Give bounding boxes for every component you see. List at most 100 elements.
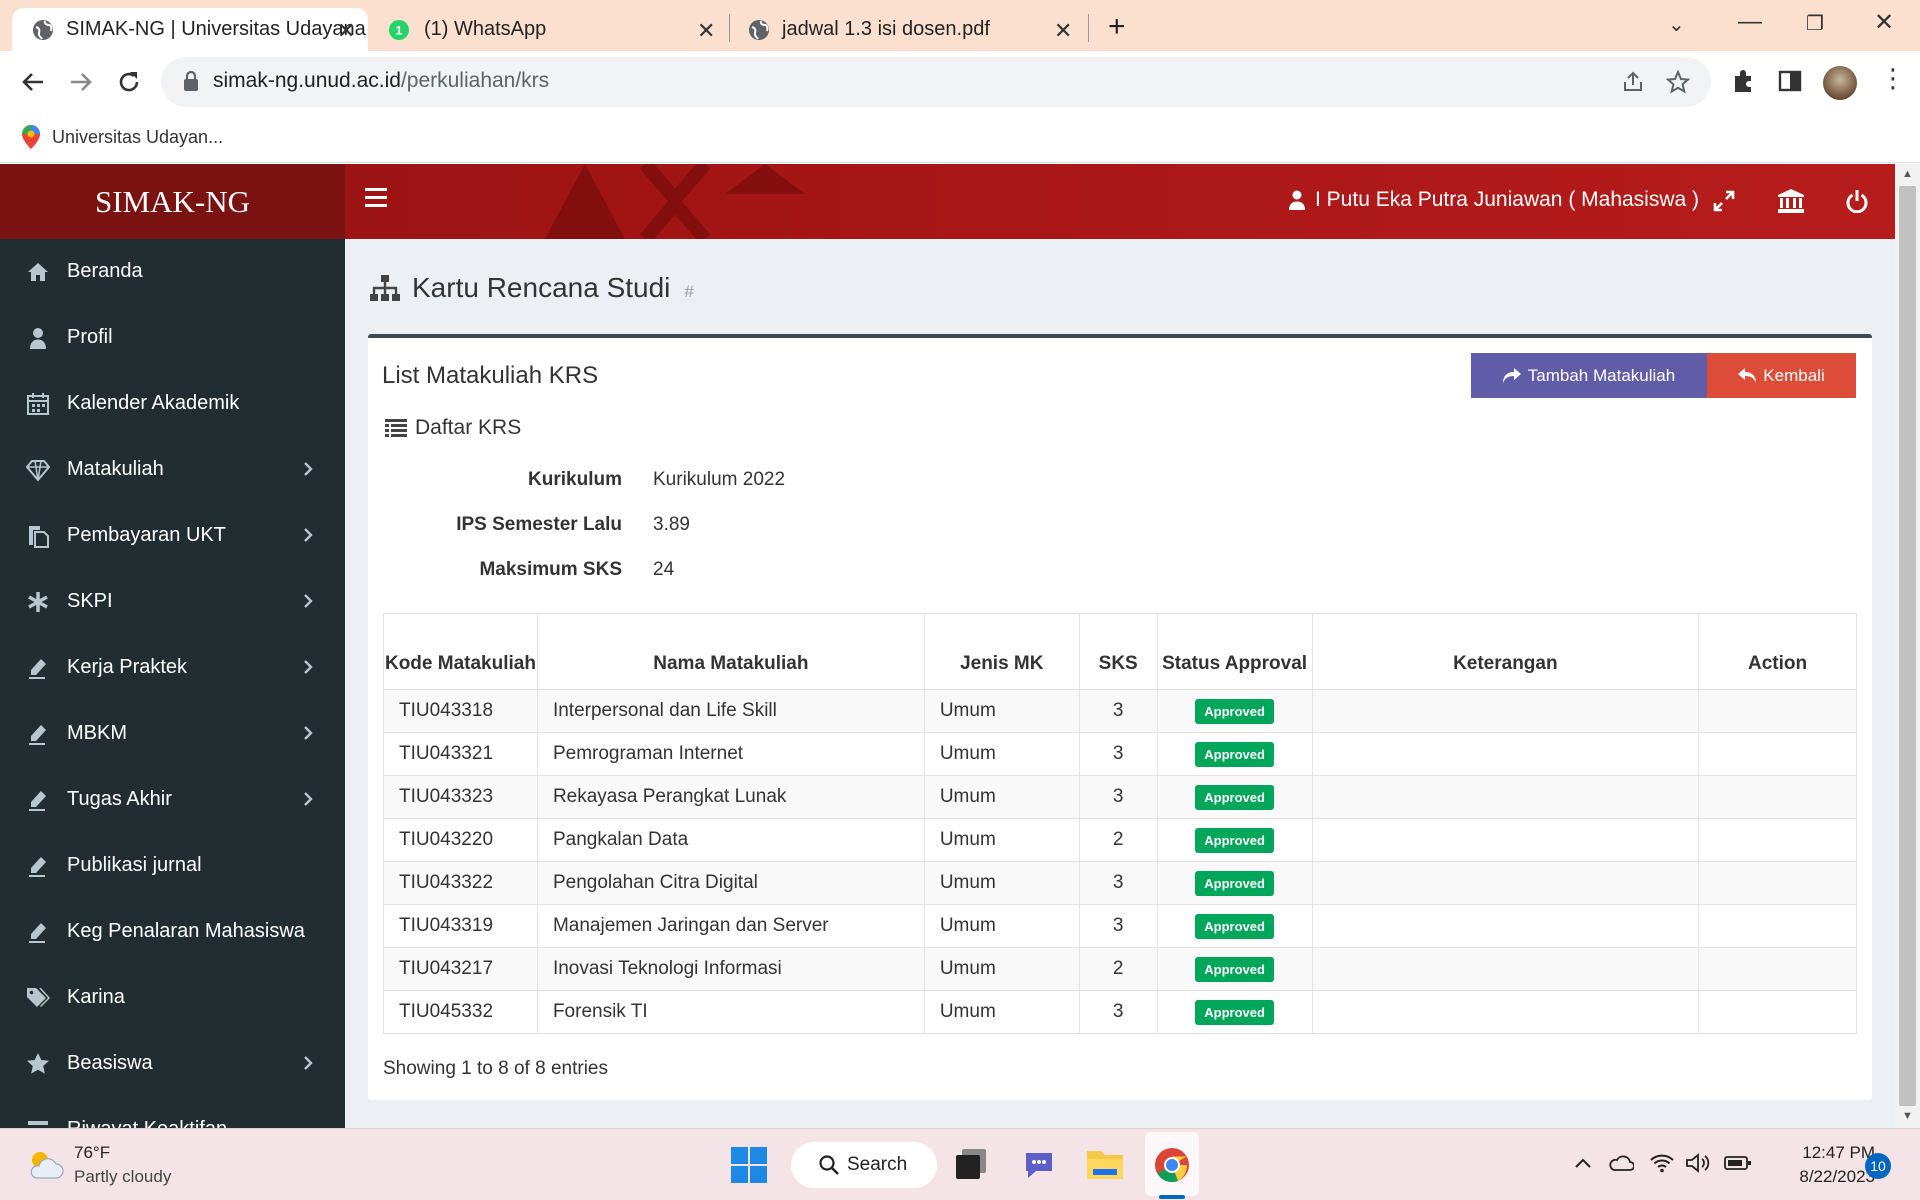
- whatsapp-icon: 1: [389, 20, 409, 40]
- forward-icon[interactable]: [68, 69, 94, 95]
- sidebar-item-riwayat[interactable]: Riwayat Keaktifan: [0, 1097, 345, 1128]
- user-icon: [30, 328, 46, 349]
- col-keterangan[interactable]: Keterangan: [1311, 613, 1700, 690]
- minimize-icon[interactable]: —: [1738, 8, 1762, 36]
- sidebar-item-kerja-praktek[interactable]: Kerja Praktek: [0, 635, 345, 701]
- sidebar-item-beasiswa[interactable]: Beasiswa: [0, 1031, 345, 1097]
- table-row: TIU043322 Pengolahan Citra Digital Umum …: [383, 861, 1857, 905]
- side-panel-icon[interactable]: [1778, 69, 1802, 93]
- reload-icon[interactable]: [116, 69, 142, 95]
- col-action[interactable]: Action: [1698, 613, 1857, 690]
- new-tab-icon[interactable]: +: [1108, 10, 1126, 44]
- fullscreen-icon[interactable]: [1713, 190, 1735, 212]
- sidebar-item-label: SKPI: [67, 590, 113, 612]
- page-scrollbar[interactable]: ▲ ▼: [1895, 164, 1920, 1128]
- globe-icon: [749, 20, 769, 40]
- chevron-up-icon[interactable]: [1574, 1157, 1592, 1169]
- close-tab-icon[interactable]: ✕: [1054, 18, 1072, 44]
- tab-pdf[interactable]: jadwal 1.3 isi dosen.pdf ✕: [732, 8, 1087, 51]
- cell-jenis: Umum: [923, 904, 1080, 948]
- copy-icon: [29, 526, 49, 548]
- sidebar-item-tugas-akhir[interactable]: Tugas Akhir: [0, 767, 345, 833]
- cell-nama: Pemrograman Internet: [536, 732, 925, 776]
- tambah-matakuliah-button[interactable]: Tambah Matakuliah: [1471, 353, 1707, 398]
- profile-avatar[interactable]: [1823, 66, 1857, 100]
- tab-search-icon[interactable]: ⌄: [1668, 12, 1685, 37]
- scroll-up-icon[interactable]: ▲: [1902, 168, 1913, 180]
- sidebar-item-skpi[interactable]: SKPI: [0, 569, 345, 635]
- tab-whatsapp[interactable]: 1 (1) WhatsApp ✕: [370, 8, 725, 51]
- sidebar-item-kalender[interactable]: Kalender Akademik: [0, 371, 345, 437]
- sidebar-item-label: Pembayaran UKT: [67, 524, 226, 546]
- battery-icon[interactable]: [1724, 1153, 1752, 1171]
- system-clock[interactable]: 12:47 PM 8/22/2023: [1760, 1141, 1875, 1189]
- sidebar-item-karina[interactable]: Karina: [0, 965, 345, 1031]
- close-tab-icon[interactable]: ✕: [337, 18, 355, 44]
- chrome-icon[interactable]: [1154, 1147, 1190, 1183]
- cell-sks: 3: [1078, 689, 1158, 733]
- restore-icon[interactable]: ❐: [1806, 11, 1824, 36]
- col-status[interactable]: Status Approval: [1156, 613, 1313, 690]
- close-window-icon[interactable]: ✕: [1874, 8, 1894, 37]
- cell-kode: TIU045332: [383, 990, 538, 1034]
- col-nama[interactable]: Nama Matakuliah: [536, 613, 925, 690]
- sidebar-item-label: Profil: [67, 326, 113, 348]
- taskbar-search[interactable]: Search: [791, 1142, 937, 1188]
- sidebar-item-pembayaran[interactable]: Pembayaran UKT: [0, 503, 345, 569]
- extensions-icon[interactable]: [1731, 68, 1757, 94]
- user-menu[interactable]: I Putu Eka Putra Juniawan ( Mahasiswa ): [1289, 188, 1699, 212]
- app-brand[interactable]: SIMAK-NG: [0, 164, 345, 239]
- user-icon: [1289, 190, 1305, 210]
- onedrive-icon[interactable]: [1608, 1153, 1634, 1171]
- sidebar-item-label: Tugas Akhir: [67, 788, 172, 810]
- file-explorer-icon[interactable]: [1087, 1147, 1123, 1181]
- sidebar-item-penalaran[interactable]: Keg Penalaran Mahasiswa: [0, 899, 345, 965]
- address-bar[interactable]: simak-ng.unud.ac.id/perkuliahan/krs: [161, 57, 1711, 107]
- status-badge: Approved: [1195, 999, 1274, 1025]
- scrollbar-thumb[interactable]: [1899, 186, 1916, 1106]
- teams-chat-icon[interactable]: [1022, 1147, 1056, 1181]
- button-label: Tambah Matakuliah: [1527, 365, 1676, 385]
- sidebar-item-mbkm[interactable]: MBKM: [0, 701, 345, 767]
- close-tab-icon[interactable]: ✕: [697, 18, 715, 44]
- volume-icon[interactable]: [1686, 1153, 1712, 1173]
- cell-nama: Pangkalan Data: [536, 818, 925, 862]
- pencil-icon: [29, 659, 46, 679]
- bookmark-udayana[interactable]: Universitas Udayan...: [22, 125, 223, 149]
- info-kurikulum: Kurikulum Kurikulum 2022: [382, 469, 982, 499]
- url-text: simak-ng.unud.ac.id/perkuliahan/krs: [213, 69, 549, 93]
- task-view-icon[interactable]: [956, 1149, 986, 1179]
- col-sks[interactable]: SKS: [1078, 613, 1158, 690]
- institution-icon[interactable]: [1778, 189, 1804, 213]
- cell-status: Approved: [1156, 775, 1313, 819]
- sidebar-item-matakuliah[interactable]: Matakuliah: [0, 437, 345, 503]
- sidebar-item-profil[interactable]: Profil: [0, 305, 345, 371]
- tab-simak[interactable]: SIMAK-NG | Universitas Udayana ✕: [12, 8, 368, 51]
- weather-desc: Partly cloudy: [74, 1167, 172, 1186]
- wifi-icon[interactable]: [1650, 1153, 1674, 1173]
- header-pattern: [545, 164, 805, 239]
- weather-widget[interactable]: 76°F Partly cloudy: [26, 1141, 171, 1189]
- notification-badge[interactable]: 10: [1865, 1153, 1891, 1179]
- cell-sks: 3: [1078, 904, 1158, 948]
- chevron-right-icon: [304, 792, 313, 806]
- menu-icon[interactable]: ⋮: [1880, 63, 1906, 94]
- sidebar-item-beranda[interactable]: Beranda: [0, 239, 345, 305]
- share-icon[interactable]: [1621, 70, 1645, 94]
- bookmark-star-icon[interactable]: [1666, 70, 1690, 94]
- scroll-down-icon[interactable]: ▼: [1902, 1110, 1913, 1122]
- cell-kode: TIU043220: [383, 818, 538, 862]
- url-host: simak-ng.unud.ac.id: [213, 69, 401, 92]
- kembali-button[interactable]: Kembali: [1707, 353, 1856, 398]
- col-kode[interactable]: Kode Matakuliah: [383, 613, 538, 690]
- sidebar-item-label: Karina: [67, 986, 125, 1008]
- lock-icon[interactable]: [183, 70, 199, 92]
- col-jenis[interactable]: Jenis MK: [923, 613, 1080, 690]
- windows-start-icon[interactable]: [731, 1147, 767, 1183]
- sidebar-item-publikasi[interactable]: Publikasi jurnal: [0, 833, 345, 899]
- sidebar-item-label: MBKM: [67, 722, 127, 744]
- windows-taskbar: 76°F Partly cloudy Search 12:47 PM 8/22/…: [0, 1128, 1920, 1200]
- power-icon[interactable]: [1846, 189, 1868, 213]
- back-icon[interactable]: [20, 69, 46, 95]
- sidebar-toggle-icon[interactable]: [365, 188, 387, 212]
